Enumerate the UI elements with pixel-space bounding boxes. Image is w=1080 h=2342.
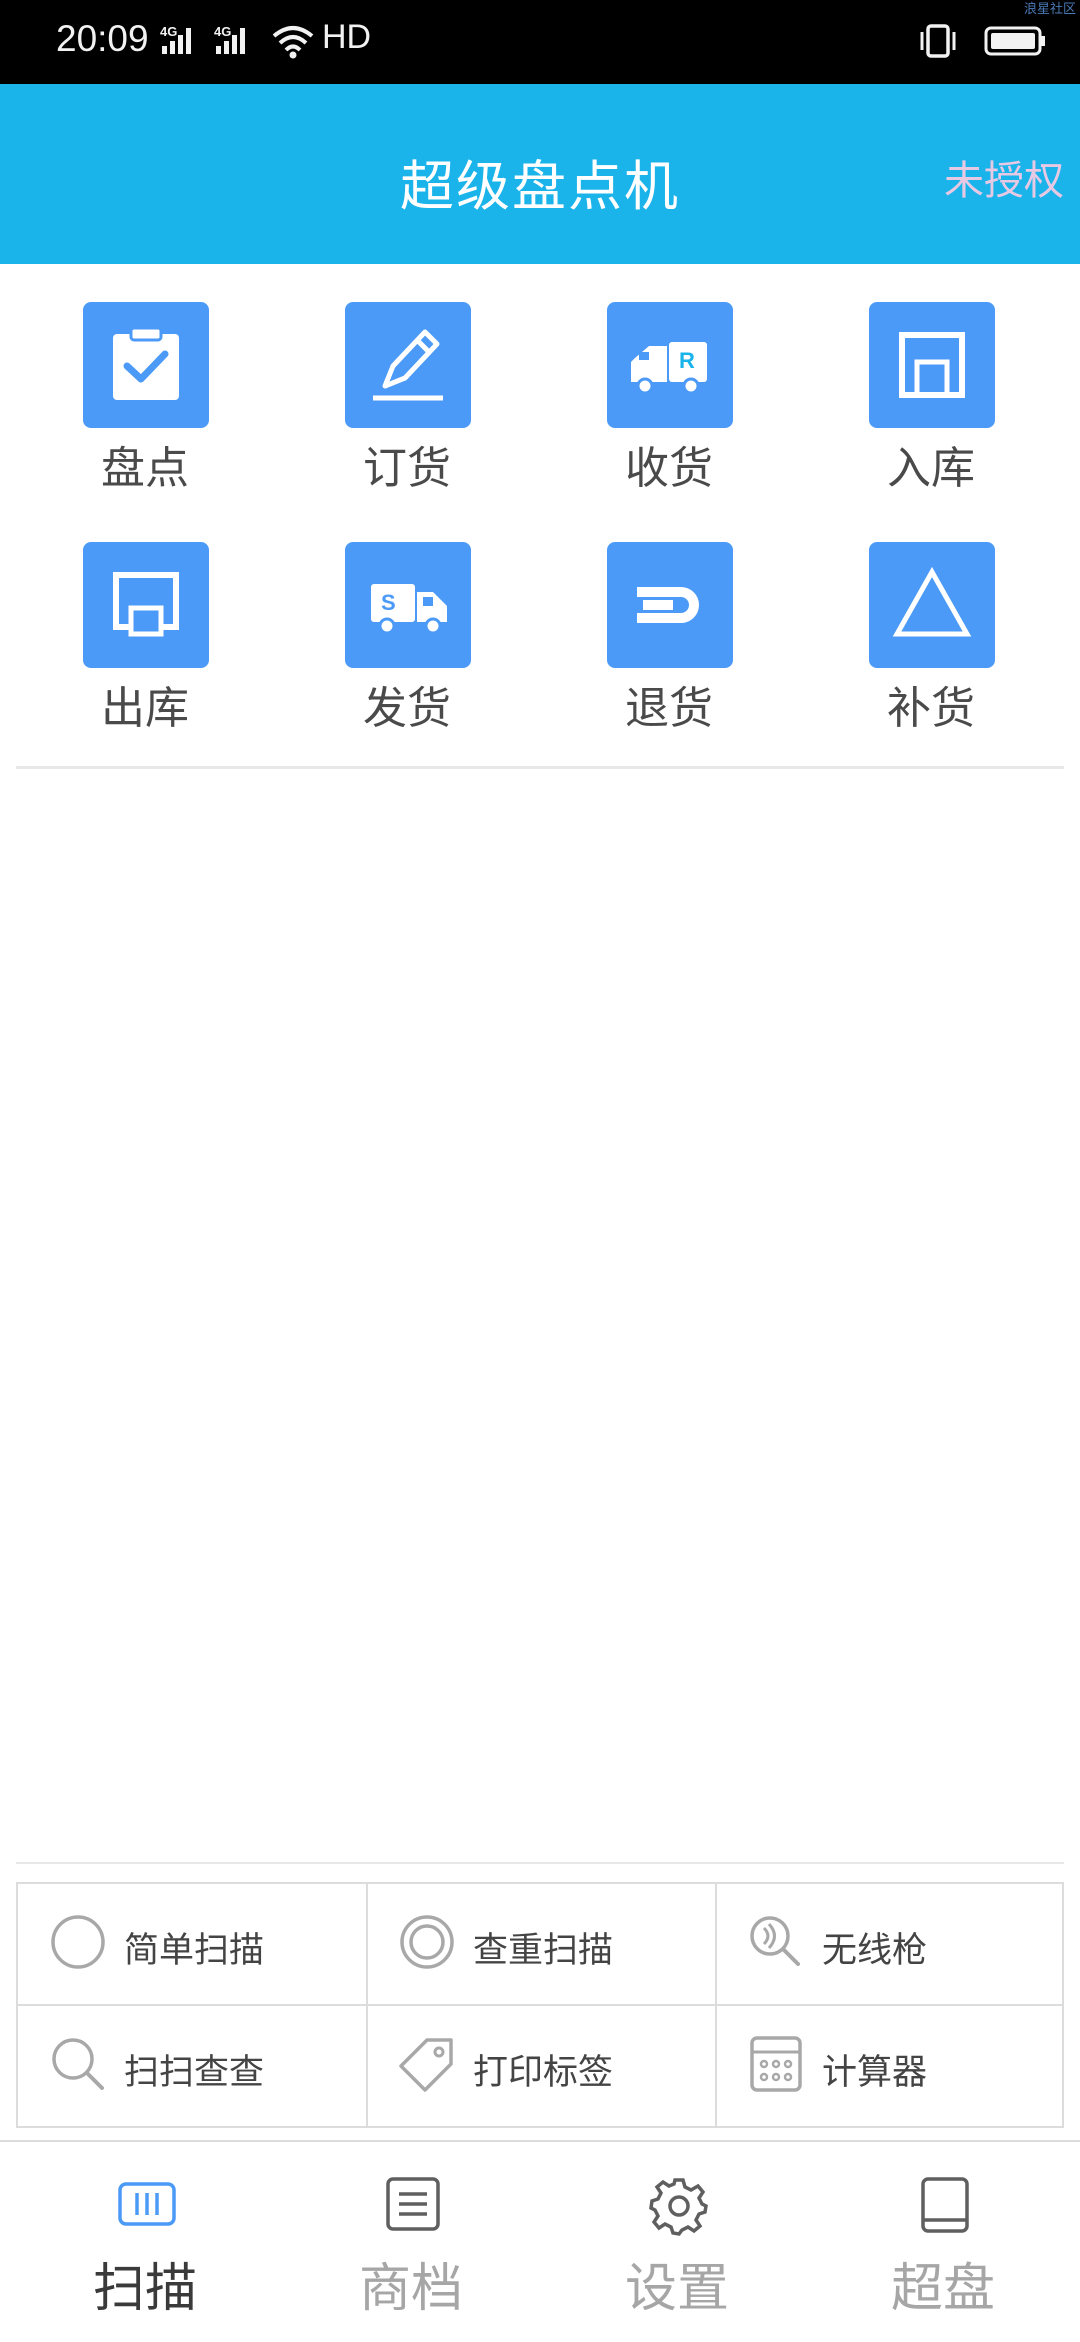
tag-icon xyxy=(399,2038,453,2092)
nav-label: 超盘 xyxy=(890,2259,995,2319)
tool-print-label[interactable]: 打印标签 xyxy=(367,2006,715,2127)
divider xyxy=(16,766,1064,769)
tile-label: 收货 xyxy=(625,443,713,494)
clipboard-check-icon xyxy=(113,326,179,400)
watermark: 浪星社区 xyxy=(1023,2,1076,17)
search-icon xyxy=(52,2038,104,2090)
return-icon xyxy=(637,587,699,623)
tile-return[interactable]: 退货 xyxy=(538,504,800,734)
svg-text:S: S xyxy=(381,590,396,615)
nav-label: 设置 xyxy=(624,2259,729,2319)
outbox-icon xyxy=(113,572,179,637)
nav-tab-super-inventory[interactable]: 超盘 xyxy=(808,2142,1078,2342)
battery-icon xyxy=(984,26,1045,56)
tool-label: 打印标签 xyxy=(473,2053,614,2093)
tile-stock-out[interactable]: 出库 xyxy=(14,504,276,734)
tool-duplicate-scan[interactable]: 查重扫描 xyxy=(367,1884,715,2005)
tool-calculator[interactable]: 计算器 xyxy=(716,2006,1064,2127)
tile-order[interactable]: 订货 xyxy=(276,264,538,494)
tile-label: 盘点 xyxy=(101,443,189,494)
nav-label: 扫描 xyxy=(92,2259,197,2319)
auth-status-button[interactable]: 未授权 xyxy=(944,148,1064,206)
pen-icon xyxy=(373,329,443,401)
tile-label: 退货 xyxy=(625,683,713,734)
circle-icon xyxy=(51,1915,105,1969)
page-title: 超级盘点机 xyxy=(400,155,680,218)
tool-label: 无线枪 xyxy=(822,1931,928,1971)
wireless-search-icon xyxy=(750,1916,800,1966)
tile-label: 补货 xyxy=(887,683,975,734)
vibrate-icon xyxy=(920,24,956,58)
tile-inventory[interactable]: 盘点 xyxy=(14,264,276,494)
tile-restock[interactable]: 补货 xyxy=(800,504,1062,734)
tile-label: 发货 xyxy=(363,683,451,734)
nav-tab-settings[interactable]: 设置 xyxy=(542,2142,812,2342)
divider xyxy=(16,1862,1064,1864)
app-header: 超级盘点机 未授权 xyxy=(0,84,1080,264)
tool-label: 扫扫查查 xyxy=(124,2053,265,2093)
triangle-icon xyxy=(892,566,972,637)
wifi-icon xyxy=(272,26,314,59)
barcode-icon xyxy=(118,2182,176,2226)
truck-s-icon: S xyxy=(371,584,447,635)
truck-r-icon: R xyxy=(631,342,707,395)
nav-label: 商档 xyxy=(358,2259,463,2319)
tool-label: 计算器 xyxy=(822,2053,928,2093)
tile-label: 入库 xyxy=(887,443,975,494)
nav-tab-products[interactable]: 商档 xyxy=(276,2142,546,2342)
tile-ship[interactable]: S 发货 xyxy=(276,504,538,734)
hd-indicator: HD xyxy=(322,18,372,56)
tool-wireless-gun[interactable]: 无线枪 xyxy=(716,1884,1064,2005)
tool-label: 简单扫描 xyxy=(124,1931,265,1971)
svg-text:R: R xyxy=(679,348,695,373)
double-circle-icon xyxy=(400,1915,454,1969)
list-icon xyxy=(386,2177,440,2231)
tool-simple-scan[interactable]: 简单扫描 xyxy=(18,1884,366,2005)
status-bar: 20:09 4G 4G HD 浪星社区 xyxy=(0,0,1080,84)
bottom-nav: 扫描 商档 设置 超盘 xyxy=(0,2140,1080,2340)
tool-label: 查重扫描 xyxy=(473,1931,614,1971)
book-icon xyxy=(921,2177,969,2233)
tile-label: 出库 xyxy=(101,683,189,734)
gear-icon xyxy=(649,2178,708,2236)
tile-receive[interactable]: R 收货 xyxy=(538,264,800,494)
tools-panel: 简单扫描 查重扫描 无线枪 扫扫查查 打印标签 计算器 xyxy=(16,1882,1064,2128)
signal-4g-icon: 4G xyxy=(160,24,191,54)
tool-scan-check[interactable]: 扫扫查查 xyxy=(18,2006,366,2127)
svg-text:4G: 4G xyxy=(160,24,177,39)
signal-4g-icon: 4G xyxy=(214,24,245,54)
calculator-icon xyxy=(750,2036,802,2092)
status-time: 20:09 xyxy=(56,18,149,59)
tile-label: 订货 xyxy=(363,443,451,494)
svg-text:4G: 4G xyxy=(214,24,231,39)
tile-stock-in[interactable]: 入库 xyxy=(800,264,1062,494)
nav-tab-scan[interactable]: 扫描 xyxy=(10,2142,280,2342)
inbox-icon xyxy=(899,332,965,398)
